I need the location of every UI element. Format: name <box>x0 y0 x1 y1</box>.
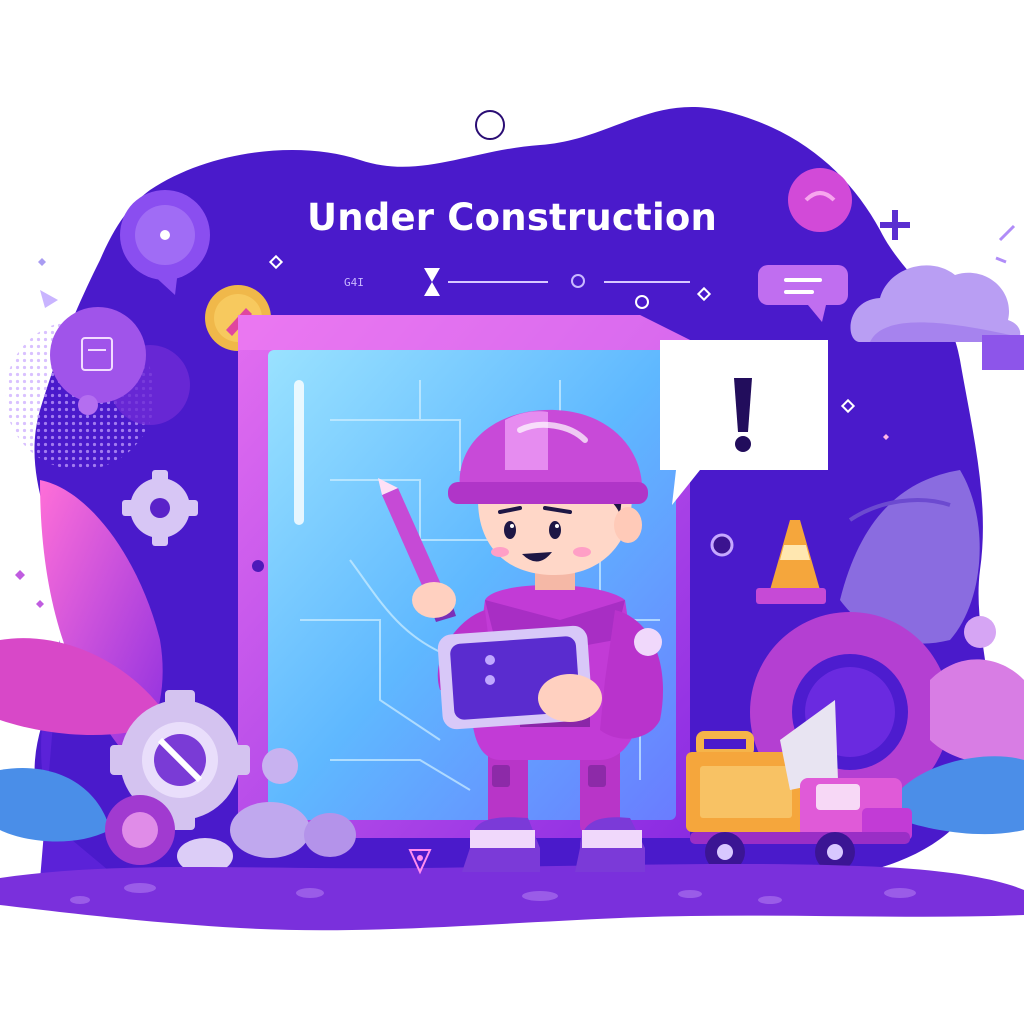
scroll-handle <box>294 380 304 525</box>
illustration-canvas <box>0 106 1024 931</box>
under-construction-illustration: Under Construction G4I <box>0 0 1024 1024</box>
ground-platform <box>0 863 1024 931</box>
smoke-cloud <box>930 659 1024 764</box>
screen-button <box>252 560 264 572</box>
cloud-shadow <box>982 335 1024 370</box>
ring-decoration <box>710 533 734 557</box>
location-pin-dot <box>417 855 423 861</box>
blueprint-screen <box>238 315 690 838</box>
deco-label: G4I <box>344 276 364 289</box>
ring-decoration <box>475 110 505 140</box>
triangle-decoration <box>40 290 58 308</box>
bubble-decoration <box>964 616 996 648</box>
page-title: Under Construction <box>307 196 717 239</box>
